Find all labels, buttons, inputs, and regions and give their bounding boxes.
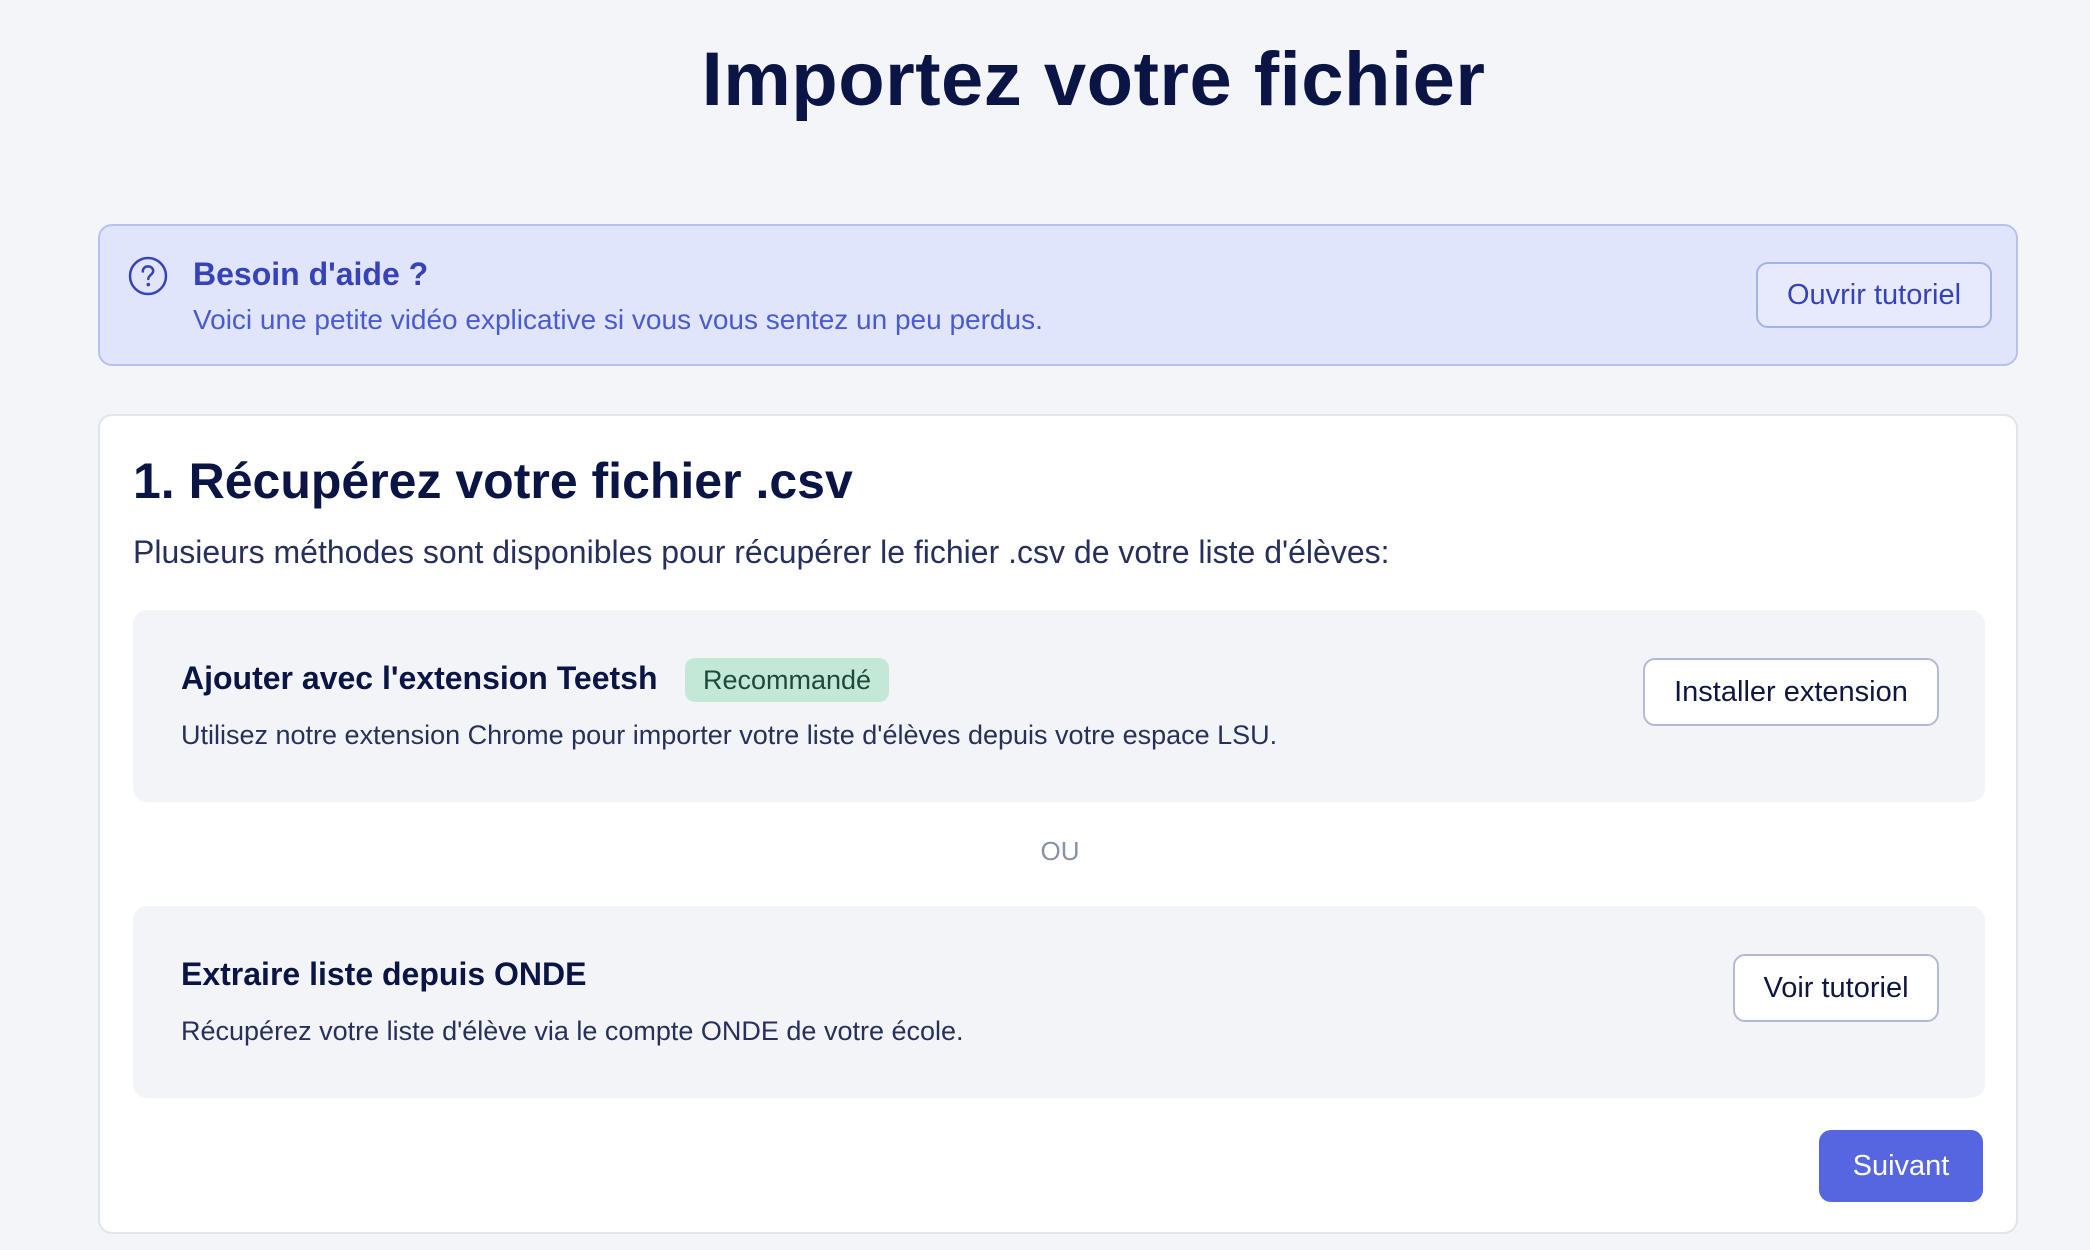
recommended-badge: Recommandé	[685, 658, 890, 702]
method-description: Utilisez notre extension Chrome pour imp…	[181, 720, 1278, 750]
method-title: Extraire liste depuis ONDE	[181, 956, 587, 992]
step-subtitle: Plusieurs méthodes sont disponibles pour…	[133, 534, 1390, 570]
method-extension: Ajouter avec l'extension Teetsh Recomman…	[133, 610, 1985, 802]
import-page: Importez votre fichier Besoin d'aide ? V…	[0, 0, 2090, 1250]
method-title: Ajouter avec l'extension Teetsh	[181, 660, 658, 696]
method-onde: Extraire liste depuis ONDE Récupérez vot…	[133, 906, 1985, 1098]
page-title: Importez votre fichier	[701, 37, 1486, 122]
question-circle-icon	[128, 256, 168, 296]
step-card: 1. Récupérez votre fichier .csv Plusieur…	[98, 414, 2018, 1234]
help-banner: Besoin d'aide ? Voici une petite vidéo e…	[98, 224, 2018, 366]
step-title: 1. Récupérez votre fichier .csv	[133, 453, 853, 509]
method-description: Récupérez votre liste d'élève via le com…	[181, 1016, 964, 1046]
view-tutorial-button[interactable]: Voir tutoriel	[1733, 954, 1939, 1022]
next-button[interactable]: Suivant	[1819, 1130, 1983, 1202]
or-separator: OU	[1040, 836, 1080, 866]
help-title: Besoin d'aide ?	[193, 256, 429, 292]
install-extension-button[interactable]: Installer extension	[1643, 658, 1939, 726]
help-description: Voici une petite vidéo explicative si vo…	[193, 304, 1043, 335]
open-tutorial-button[interactable]: Ouvrir tutoriel	[1756, 262, 1992, 328]
